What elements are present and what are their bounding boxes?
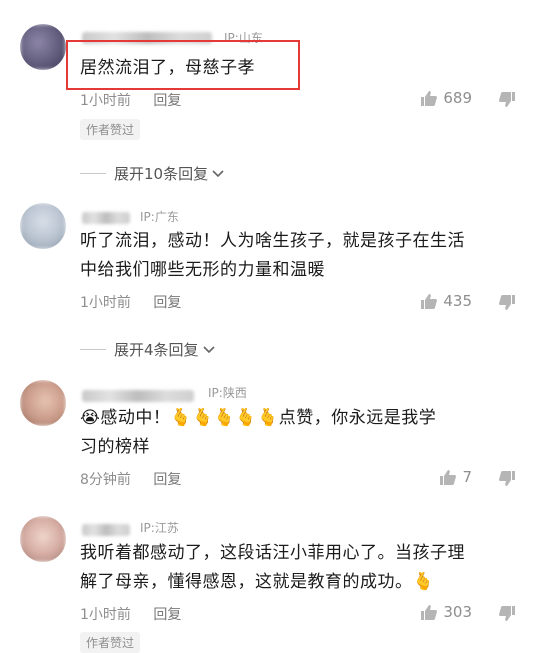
thumbs-down-icon bbox=[499, 606, 515, 621]
expand-replies-label: 展开4条回复 bbox=[114, 341, 199, 359]
comment-text-line: 解了母亲，懂得感恩，这就是教育的成功。🫰 bbox=[80, 568, 516, 597]
author-liked-badge: 作者赞过 bbox=[80, 119, 141, 140]
reply-button[interactable]: 回复 bbox=[153, 292, 181, 312]
ip-location: IP:陕西 bbox=[208, 386, 247, 400]
thumbs-up-icon bbox=[421, 293, 438, 309]
comment-text-fragment: 感动中！ bbox=[100, 408, 171, 428]
reply-button[interactable]: 回复 bbox=[153, 90, 181, 110]
comment-text-fragment: 点赞，你永远是我学 bbox=[278, 408, 437, 428]
finger-heart-icon: 🫰 bbox=[170, 408, 193, 428]
thumbs-up-icon bbox=[421, 604, 438, 620]
comment-time: 8分钟前 bbox=[80, 472, 131, 488]
expand-replies-label: 展开10条回复 bbox=[114, 165, 209, 183]
comment-text: 居然流泪了，母慈子孝 bbox=[80, 58, 255, 78]
comment-text: 听了流泪，感动！人为啥生孩子，就是孩子在生活 中给我们哪些无形的力量和温暖 bbox=[80, 227, 516, 285]
crying-face-icon: 😭 bbox=[80, 408, 101, 428]
comment-meta: 8分钟前 回复 bbox=[80, 469, 181, 489]
username-blurred[interactable] bbox=[82, 524, 130, 536]
finger-heart-icon: 🫰 bbox=[235, 408, 258, 428]
comment-text: 😭感动中！🫰🫰🫰🫰🫰点赞，你永远是我学 习的榜样 bbox=[80, 404, 516, 462]
avatar[interactable] bbox=[20, 24, 66, 70]
dislike-button[interactable] bbox=[498, 470, 516, 491]
expand-replies[interactable]: 展开4条回复 bbox=[80, 339, 500, 360]
dislike-button[interactable] bbox=[498, 605, 516, 626]
comment-text-line: 😭感动中！🫰🫰🫰🫰🫰点赞，你永远是我学 bbox=[80, 404, 516, 433]
comment-meta: 1小时前 回复 bbox=[80, 604, 181, 624]
comment-time: 1小时前 bbox=[80, 295, 131, 311]
comment-text-line: 听了流泪，感动！人为啥生孩子，就是孩子在生活 bbox=[80, 231, 465, 251]
like-button[interactable]: 435 bbox=[420, 292, 472, 310]
thumbs-down-icon bbox=[499, 471, 515, 486]
username-blurred[interactable] bbox=[82, 390, 194, 402]
comment-text-fragment: 解了母亲，懂得感恩，这就是教育的成功。 bbox=[80, 572, 413, 592]
finger-heart-icon: 🫰 bbox=[257, 408, 279, 428]
comment-text-line: 我听着都感动了，这段话汪小菲用心了。当孩子理 bbox=[80, 543, 465, 563]
comment-meta: 1小时前 回复 bbox=[80, 292, 181, 312]
dislike-button[interactable] bbox=[498, 294, 516, 315]
avatar[interactable] bbox=[20, 380, 66, 426]
divider-line bbox=[80, 349, 106, 350]
reply-button[interactable]: 回复 bbox=[153, 469, 181, 489]
like-count: 689 bbox=[443, 89, 472, 107]
avatar[interactable] bbox=[20, 203, 66, 249]
thumbs-up-icon bbox=[440, 469, 457, 485]
like-count: 7 bbox=[462, 468, 472, 486]
like-button[interactable]: 689 bbox=[420, 89, 472, 107]
comment-text: 我听着都感动了，这段话汪小菲用心了。当孩子理 解了母亲，懂得感恩，这就是教育的成… bbox=[80, 539, 516, 597]
comment-meta: 1小时前 回复 bbox=[80, 90, 181, 110]
username-blurred[interactable] bbox=[82, 212, 130, 224]
ip-location: IP:江苏 bbox=[140, 521, 179, 535]
comment-time: 1小时前 bbox=[80, 607, 131, 623]
like-button[interactable]: 303 bbox=[420, 603, 472, 621]
comment-text-line: 中给我们哪些无形的力量和温暖 bbox=[80, 260, 325, 280]
divider-line bbox=[80, 173, 106, 174]
avatar[interactable] bbox=[20, 516, 66, 562]
finger-heart-icon: 🫰 bbox=[412, 572, 435, 592]
like-count: 435 bbox=[443, 292, 472, 310]
chevron-down-icon bbox=[212, 169, 224, 177]
chevron-down-icon bbox=[202, 345, 215, 353]
thumbs-down-icon bbox=[499, 92, 515, 107]
finger-heart-icon: 🫰 bbox=[192, 408, 214, 428]
comment-time: 1小时前 bbox=[80, 93, 131, 109]
dislike-button[interactable] bbox=[498, 91, 516, 112]
reply-button[interactable]: 回复 bbox=[153, 604, 181, 624]
thumbs-up-icon bbox=[421, 90, 438, 106]
finger-heart-icon: 🫰 bbox=[213, 408, 236, 428]
comment-text-line: 习的榜样 bbox=[80, 437, 150, 457]
like-count: 303 bbox=[443, 603, 472, 621]
thumbs-down-icon bbox=[499, 295, 515, 310]
like-button[interactable]: 7 bbox=[439, 468, 472, 486]
expand-replies[interactable]: 展开10条回复 bbox=[80, 163, 500, 184]
ip-location: IP:广东 bbox=[140, 210, 179, 224]
author-liked-badge: 作者赞过 bbox=[80, 632, 141, 653]
